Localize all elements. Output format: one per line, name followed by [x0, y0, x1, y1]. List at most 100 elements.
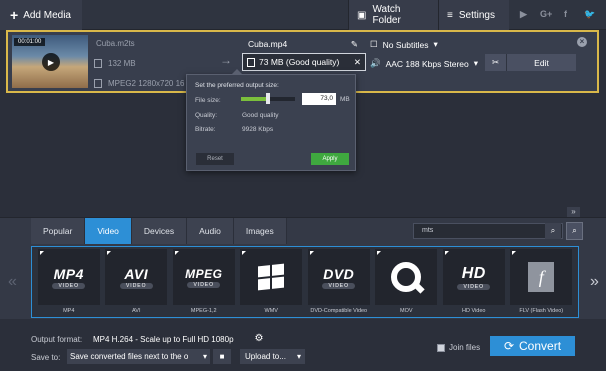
- next-formats-icon[interactable]: »: [582, 246, 606, 318]
- output-format-value[interactable]: MP4 H.264 - Scale up to Full HD 1080p: [93, 335, 234, 344]
- audio-value: AAC 188 Kbps Stereo: [385, 58, 469, 69]
- plus-icon: +: [10, 7, 19, 23]
- upload-dropdown[interactable]: Upload to... ▾: [240, 349, 305, 364]
- edit-label: Edit: [534, 57, 549, 68]
- corner-marker: [174, 251, 179, 255]
- google-plus-icon[interactable]: G+: [540, 9, 552, 19]
- detect-device-icon[interactable]: ⌕: [566, 222, 583, 240]
- youtube-icon[interactable]: ▶: [520, 9, 527, 20]
- format-mpeg[interactable]: MPEG VIDEO MPEG-1,2: [171, 249, 237, 315]
- output-size-popup: Set the preferred output size: File size…: [186, 69, 356, 171]
- close-icon[interactable]: ✕: [354, 57, 361, 68]
- popup-caret: [231, 69, 243, 75]
- add-media-label: Add Media: [23, 9, 71, 21]
- audio-dropdown[interactable]: 🔊 AAC 188 Kbps Stereo ▾: [370, 58, 478, 69]
- watch-folder-button[interactable]: ▣ Watch Folder: [348, 0, 438, 30]
- format-label: MP4: [63, 308, 75, 314]
- format-label: DVD-Compatible Video: [310, 308, 368, 314]
- file-size-slider[interactable]: [241, 93, 295, 104]
- corner-marker: [377, 251, 382, 255]
- tab-images[interactable]: Images: [233, 218, 287, 244]
- subtitles-value: No Subtitles: [382, 39, 429, 50]
- format-label: AVI: [132, 308, 141, 314]
- format-wmv[interactable]: WMV: [239, 249, 305, 315]
- chevron-down-icon: ▾: [473, 58, 479, 68]
- output-name-value: Cuba.mp4: [248, 39, 288, 49]
- format-tile: [375, 249, 438, 305]
- format-label: WMV: [264, 308, 278, 314]
- search-icon[interactable]: ⌕: [545, 223, 561, 239]
- play-icon[interactable]: ▶: [42, 53, 60, 71]
- upload-label: Upload to...: [245, 352, 286, 361]
- source-size: 132 MB: [94, 59, 136, 68]
- source-size-value: 132 MB: [108, 59, 136, 68]
- format-tile: f: [510, 249, 573, 305]
- format-tile: HD VIDEO: [442, 249, 505, 305]
- source-codec: MPEG2 1280x720 16: [94, 79, 185, 88]
- format-logo: HD: [461, 264, 486, 282]
- format-hd-video[interactable]: HD VIDEO HD Video: [441, 249, 507, 315]
- twitter-icon[interactable]: 🐦: [584, 9, 595, 20]
- format-tile: AVI VIDEO: [105, 249, 168, 305]
- format-tabs: Popular Video Devices Audio Images: [31, 218, 287, 244]
- collapse-panel-icon[interactable]: »: [567, 207, 580, 217]
- format-logo: AVI: [124, 265, 149, 282]
- format-search-input[interactable]: mts: [413, 223, 563, 239]
- subtitles-dropdown[interactable]: ☐ No Subtitles ▾: [370, 39, 438, 50]
- format-mov[interactable]: MOV: [374, 249, 440, 315]
- format-mp4[interactable]: MP4 VIDEO MP4: [36, 249, 102, 315]
- tab-video[interactable]: Video: [85, 218, 132, 244]
- format-sublogo: VIDEO: [322, 282, 356, 289]
- format-dvd[interactable]: DVD VIDEO DVD-Compatible Video: [306, 249, 372, 315]
- format-avi[interactable]: AVI VIDEO AVI: [104, 249, 170, 315]
- chevron-down-icon: ▾: [433, 39, 438, 49]
- slider-knob[interactable]: [266, 93, 270, 104]
- format-label: FLV (Flash Video): [519, 308, 564, 314]
- join-files-toggle[interactable]: Join files: [437, 343, 480, 352]
- folder-icon: ▣: [357, 9, 367, 21]
- format-label: HD Video: [462, 308, 486, 314]
- tab-devices[interactable]: Devices: [131, 218, 188, 244]
- format-flv[interactable]: f FLV (Flash Video): [509, 249, 575, 315]
- add-media-button[interactable]: + Add Media: [0, 0, 82, 30]
- quicktime-logo-icon: [391, 262, 422, 292]
- subtitles-icon: ☐: [370, 39, 378, 49]
- bottom-bar: Output format: MP4 H.264 - Scale up to F…: [0, 319, 606, 371]
- browse-folder-icon[interactable]: ■: [213, 349, 231, 364]
- remove-file-icon[interactable]: ×: [577, 37, 587, 47]
- edit-button[interactable]: ✂ Edit: [485, 54, 576, 71]
- settings-button[interactable]: ≡ Settings: [438, 0, 509, 30]
- video-thumbnail[interactable]: 00:01:00 ▶: [12, 35, 88, 88]
- gear-icon[interactable]: ⚙: [252, 332, 266, 346]
- thumbnail-time: 00:01:00: [14, 38, 46, 46]
- apply-button[interactable]: Apply: [311, 153, 349, 165]
- join-files-checkbox[interactable]: [437, 343, 445, 352]
- file-size-input[interactable]: 73,0: [302, 93, 336, 105]
- popup-header: Set the preferred output size:: [195, 82, 279, 89]
- reset-button[interactable]: Reset: [196, 153, 234, 165]
- format-tile: MPEG VIDEO: [172, 249, 235, 305]
- format-logo: MP4: [53, 265, 84, 282]
- format-sublogo: VIDEO: [187, 281, 221, 288]
- corner-marker: [39, 251, 44, 255]
- tab-audio[interactable]: Audio: [187, 218, 234, 244]
- save-to-value: Save converted files next to the o: [70, 352, 189, 361]
- format-sublogo: VIDEO: [119, 282, 153, 289]
- pencil-icon[interactable]: ✎: [351, 39, 358, 50]
- watch-folder-label: Watch Folder: [372, 4, 401, 26]
- format-logo: DVD: [323, 265, 355, 282]
- source-file-name: Cuba.m2ts: [96, 39, 135, 48]
- format-tile: MP4 VIDEO: [37, 249, 100, 305]
- output-file-name[interactable]: Cuba.mp4 ✎: [244, 39, 362, 50]
- facebook-icon[interactable]: f: [564, 9, 567, 19]
- scissors-icon: ✂: [485, 54, 507, 71]
- convert-label: Convert: [519, 339, 562, 353]
- tab-popular[interactable]: Popular: [31, 218, 86, 244]
- prev-formats-icon[interactable]: «: [0, 246, 25, 318]
- convert-button[interactable]: ⟳ Convert: [490, 336, 575, 356]
- refresh-icon: ⟳: [503, 339, 515, 353]
- output-size-button[interactable]: 73 MB (Good quality) ✕: [242, 53, 366, 71]
- save-to-dropdown[interactable]: Save converted files next to the o ▾: [67, 349, 210, 364]
- format-sublogo: VIDEO: [52, 282, 86, 289]
- source-codec-value: MPEG2 1280x720 16: [108, 79, 185, 88]
